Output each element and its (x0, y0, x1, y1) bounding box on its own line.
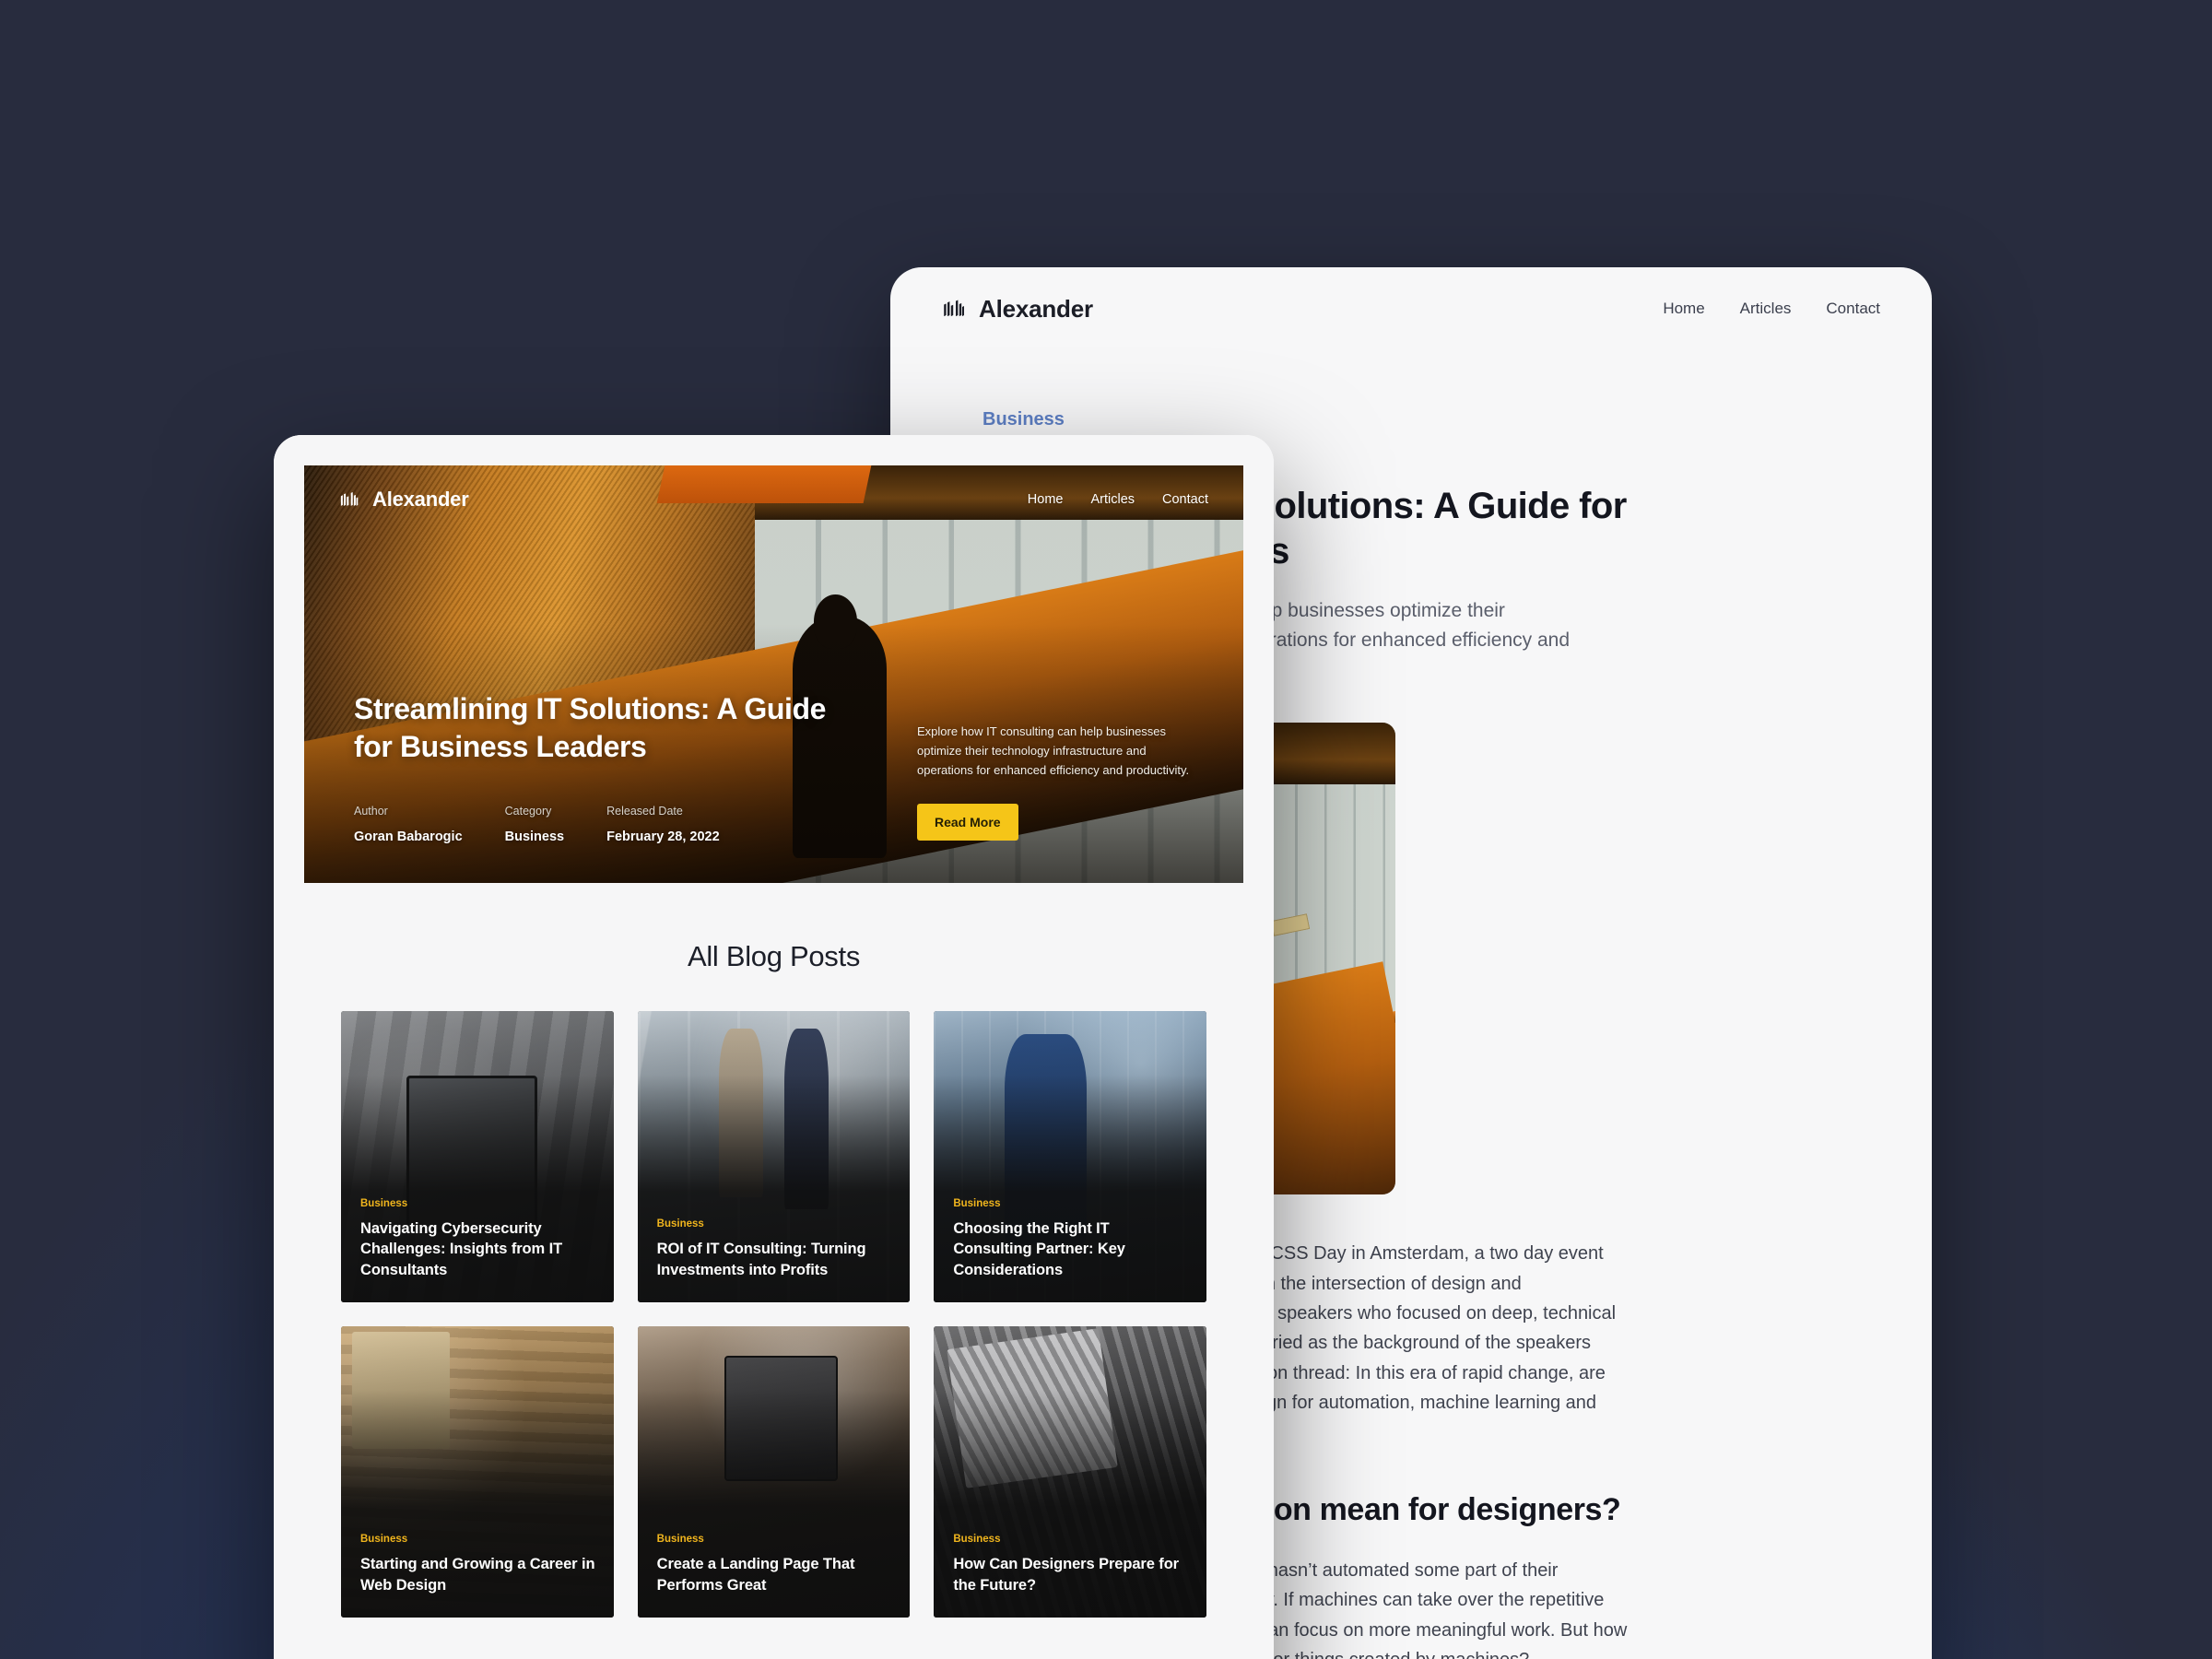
hero-meta-category: Category Business (505, 805, 564, 844)
hero-title: Streamlining IT Solutions: A Guide for B… (354, 692, 827, 764)
meta-value-author: Goran Babarogic (354, 830, 463, 844)
back-window-navbar: Alexander Home Articles Contact (890, 267, 1932, 350)
hero-meta-row: Author Goran Babarogic Category Business… (354, 805, 842, 844)
blog-post-card[interactable]: Business Starting and Growing a Career i… (341, 1326, 614, 1618)
back-window-nav-links: Home Articles Contact (1663, 300, 1880, 318)
blog-post-card[interactable]: Business Choosing the Right IT Consultin… (934, 1011, 1206, 1302)
front-window-navbar: Alexander Home Articles Contact (304, 465, 1243, 534)
nav-item-contact[interactable]: Contact (1826, 300, 1880, 318)
hero-banner: Alexander Home Articles Contact Streamli… (304, 465, 1243, 883)
post-title: Navigating Cybersecurity Challenges: Ins… (360, 1219, 563, 1278)
post-title: Choosing the Right IT Consulting Partner… (953, 1219, 1125, 1278)
hero-meta-author: Author Goran Babarogic (354, 805, 463, 844)
blog-post-card[interactable]: Business How Can Designers Prepare for t… (934, 1326, 1206, 1618)
nav-item-home[interactable]: Home (1028, 492, 1064, 507)
post-title: Create a Landing Page That Performs Grea… (656, 1556, 855, 1594)
meta-label-released-date: Released Date (606, 805, 683, 818)
post-card-text: Business Create a Landing Page That Perf… (657, 1534, 894, 1595)
post-category: Business (360, 1534, 408, 1546)
blog-post-card[interactable]: Business ROI of IT Consulting: Turning I… (637, 1011, 911, 1302)
post-card-text: Business ROI of IT Consulting: Turning I… (657, 1218, 894, 1280)
brand-logo[interactable]: Alexander (942, 295, 1093, 324)
front-window-nav-links: Home Articles Contact (1028, 492, 1208, 507)
brand-name: Alexander (979, 294, 1093, 323)
read-more-button[interactable]: Read More (917, 804, 1018, 841)
nav-item-articles[interactable]: Articles (1090, 492, 1135, 507)
post-card-text: Business Starting and Growing a Career i… (360, 1534, 597, 1595)
brand-logo[interactable]: Alexander (339, 488, 469, 512)
post-card-text: Business Choosing the Right IT Consultin… (953, 1198, 1190, 1280)
meta-label-category: Category (504, 805, 552, 818)
article-category[interactable]: Business (982, 409, 1840, 430)
post-card-text: Business Navigating Cybersecurity Challe… (360, 1198, 597, 1280)
post-category: Business (656, 1218, 704, 1230)
meta-value-released-date: February 28, 2022 (606, 830, 720, 844)
post-category: Business (953, 1534, 1001, 1546)
blog-post-card[interactable]: Business Navigating Cybersecurity Challe… (341, 1011, 614, 1302)
nav-item-articles[interactable]: Articles (1740, 300, 1792, 318)
meta-value-category: Business (504, 830, 565, 844)
front-browser-window: Alexander Home Articles Contact Streamli… (274, 435, 1274, 1659)
nav-item-home[interactable]: Home (1663, 300, 1704, 318)
hero-secondary-block: Explore how IT consulting can help busin… (917, 722, 1194, 844)
meta-label-author: Author (354, 805, 388, 818)
brand-name: Alexander (372, 488, 469, 511)
front-window-body: Alexander Home Articles Contact Streamli… (274, 435, 1274, 1659)
bars-logo-icon (339, 489, 359, 510)
all-blog-posts-heading: All Blog Posts (687, 940, 861, 972)
bars-logo-icon (942, 297, 966, 321)
blog-post-card[interactable]: Business Create a Landing Page That Perf… (637, 1326, 911, 1618)
post-card-text: Business How Can Designers Prepare for t… (953, 1534, 1190, 1595)
post-title: ROI of IT Consulting: Turning Investment… (656, 1241, 866, 1278)
post-category: Business (360, 1197, 408, 1209)
post-title: Starting and Growing a Career in Web Des… (360, 1556, 595, 1594)
post-category: Business (953, 1197, 1001, 1209)
blog-post-grid: Business Navigating Cybersecurity Challe… (341, 1011, 1206, 1618)
nav-item-contact[interactable]: Contact (1162, 492, 1208, 507)
hero-description: Explore how IT consulting can help busin… (917, 724, 1190, 777)
post-category: Business (656, 1534, 704, 1546)
hero-content: Streamlining IT Solutions: A Guide for B… (354, 690, 1194, 844)
hero-meta-date: Released Date February 28, 2022 (606, 805, 720, 844)
hero-primary-block: Streamlining IT Solutions: A Guide for B… (354, 690, 842, 844)
post-title: How Can Designers Prepare for the Future… (953, 1556, 1180, 1594)
